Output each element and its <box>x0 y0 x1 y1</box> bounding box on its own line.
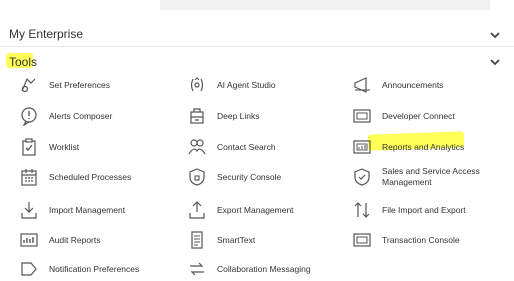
chevron-down-icon[interactable] <box>488 28 502 42</box>
tool-notification-preferences[interactable]: Notification Preferences <box>19 257 139 281</box>
audit-reports-icon <box>19 230 39 250</box>
tool-set-preferences[interactable]: Set Preferences <box>19 73 110 97</box>
tool-announcements[interactable]: Announcements <box>352 73 443 97</box>
tool-label: Developer Connect <box>382 110 455 121</box>
worklist-icon <box>19 137 39 157</box>
tool-label: File Import and Export <box>382 204 466 215</box>
tool-label: Audit Reports <box>49 234 101 245</box>
tools-section-title[interactable]: Tools <box>9 55 37 69</box>
tool-label: Notification Preferences <box>49 263 140 274</box>
tool-file-import-and-export[interactable]: File Import and Export <box>352 198 466 222</box>
section-divider <box>0 46 514 47</box>
tool-ai-agent-studio[interactable]: AI Agent Studio <box>187 73 276 97</box>
tool-import-management[interactable]: Import Management <box>19 198 125 222</box>
tool-alerts-composer[interactable]: Alerts Composer <box>19 104 112 128</box>
deep-links-icon <box>187 106 207 126</box>
notification-preferences-icon <box>19 259 39 279</box>
tool-label: Scheduled Processes <box>49 171 132 182</box>
tool-developer-connect[interactable]: Developer Connect <box>352 104 455 128</box>
tool-reports-and-analytics[interactable]: Reports and Analytics <box>352 135 464 159</box>
tool-label: AI Agent Studio <box>217 79 276 90</box>
tool-deep-links[interactable]: Deep Links <box>187 104 260 128</box>
tool-worklist[interactable]: Worklist <box>19 135 79 159</box>
tool-collaboration-messaging[interactable]: Collaboration Messaging <box>187 257 311 281</box>
tool-audit-reports[interactable]: Audit Reports <box>19 228 101 252</box>
tool-export-management[interactable]: Export Management <box>187 198 294 222</box>
tool-label: Contact Search <box>217 141 276 152</box>
tool-security-console[interactable]: Security Console <box>187 165 281 189</box>
alerts-composer-icon <box>19 106 39 126</box>
import-management-icon <box>19 200 39 220</box>
chevron-down-icon[interactable] <box>488 55 502 69</box>
export-management-icon <box>187 200 207 220</box>
collaboration-messaging-icon <box>187 259 207 279</box>
tool-transaction-console[interactable]: Transaction Console <box>352 228 460 252</box>
tool-label: Reports and Analytics <box>382 141 465 152</box>
tool-label: Set Preferences <box>49 79 110 90</box>
smarttext-icon <box>187 230 207 250</box>
tool-label: Deep Links <box>217 110 260 121</box>
sales-service-access-icon <box>352 167 372 187</box>
file-import-export-icon <box>352 200 372 220</box>
set-preferences-icon <box>19 75 39 95</box>
ai-agent-studio-icon <box>187 75 207 95</box>
tool-label: Import Management <box>49 204 126 215</box>
reports-analytics-icon <box>352 137 372 157</box>
transaction-console-icon <box>352 230 372 250</box>
tool-label: Export Management <box>217 204 294 215</box>
developer-connect-icon <box>352 106 372 126</box>
tool-label: Alerts Composer <box>49 110 113 121</box>
announcements-icon <box>352 75 372 95</box>
security-console-icon <box>187 167 207 187</box>
tool-label: Collaboration Messaging <box>217 263 311 274</box>
scheduled-processes-icon <box>19 167 39 187</box>
tool-label: Security Console <box>217 171 282 182</box>
tool-label: Sales and Service Access Management <box>382 166 480 187</box>
contact-search-icon <box>187 137 207 157</box>
tool-smarttext[interactable]: SmartText <box>187 228 255 252</box>
tool-scheduled-processes[interactable]: Scheduled Processes <box>19 165 131 189</box>
tool-label: Worklist <box>49 141 80 152</box>
tool-contact-search[interactable]: Contact Search <box>187 135 276 159</box>
tool-label: SmartText <box>217 234 256 245</box>
tool-sales-service-access-management[interactable]: Sales and Service Access Management <box>352 165 502 189</box>
tool-label: Announcements <box>382 79 444 90</box>
tool-label: Transaction Console <box>382 234 460 245</box>
my-enterprise-section-title[interactable]: My Enterprise <box>9 27 83 41</box>
top-search-strip <box>160 0 490 10</box>
